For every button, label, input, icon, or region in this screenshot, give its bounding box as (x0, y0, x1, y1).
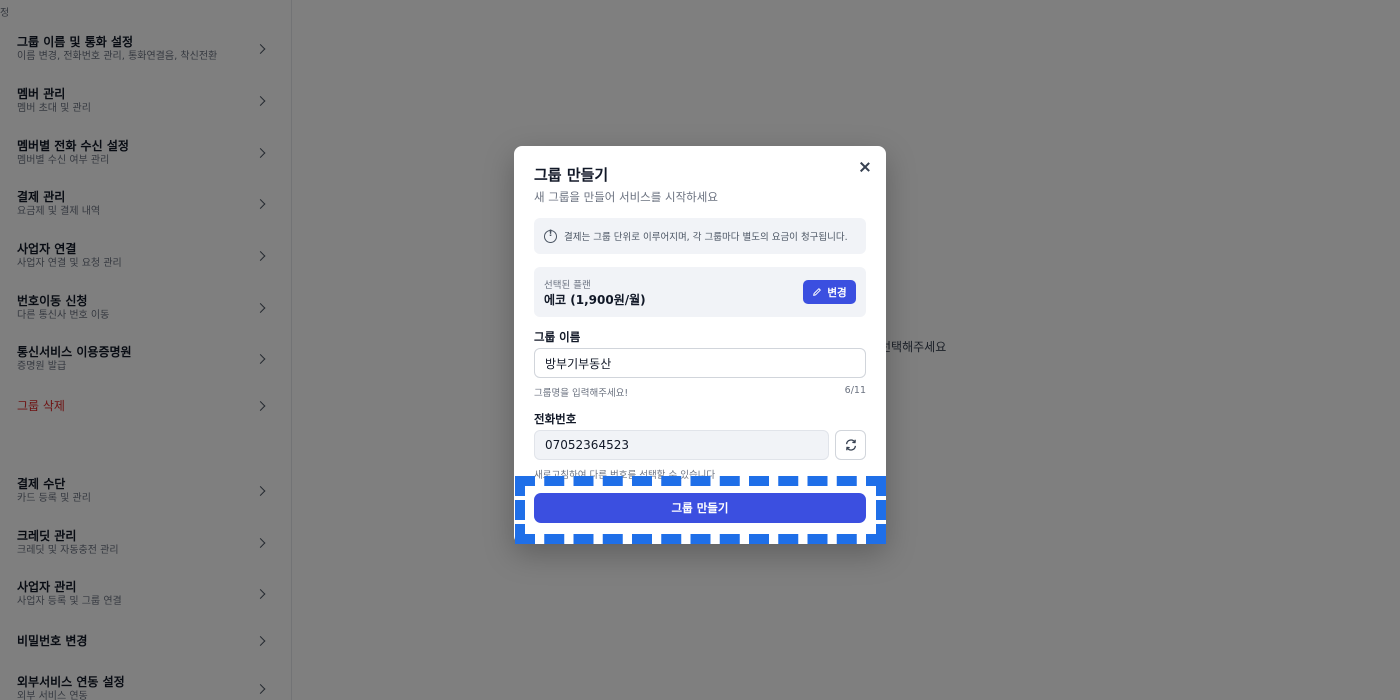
plan-label: 선택된 플랜 (544, 280, 591, 291)
group-name-counter: 6/11 (844, 385, 866, 396)
billing-notice: 결제는 그룹 단위로 이루어지며, 각 그룹마다 별도의 요금이 청구됩니다. (534, 218, 866, 254)
info-icon (544, 229, 557, 243)
group-name-helper: 그룹명을 입력해주세요! (534, 388, 629, 399)
modal-subtitle: 새 그룹을 만들어 서비스를 시작하세요 (534, 190, 718, 204)
selected-plan-card: 선택된 플랜 에코 (1,900원/월) 변경 (534, 267, 866, 317)
close-icon[interactable] (856, 158, 874, 176)
refresh-number-button[interactable] (835, 430, 866, 460)
pencil-icon (813, 288, 822, 296)
change-plan-label: 변경 (827, 286, 847, 299)
change-plan-button[interactable]: 변경 (803, 280, 856, 304)
plan-value: 에코 (1,900원/월) (544, 293, 646, 307)
create-group-button[interactable]: 그룹 만들기 (534, 493, 866, 523)
group-name-input[interactable]: 방부기부동산 (534, 348, 866, 378)
create-group-modal: 그룹 만들기 새 그룹을 만들어 서비스를 시작하세요 결제는 그룹 단위로 이… (514, 146, 886, 544)
notice-text: 결제는 그룹 단위로 이루어지며, 각 그룹마다 별도의 요금이 청구됩니다. (564, 232, 848, 243)
modal-title: 그룹 만들기 (534, 166, 609, 184)
phone-label: 전화번호 (534, 412, 577, 426)
phone-helper: 새로고침하여 다른 번호를 선택할 수 있습니다 (534, 470, 716, 481)
phone-number-field[interactable]: 07052364523 (534, 430, 829, 460)
group-name-label: 그룹 이름 (534, 330, 581, 344)
refresh-icon (845, 439, 856, 451)
